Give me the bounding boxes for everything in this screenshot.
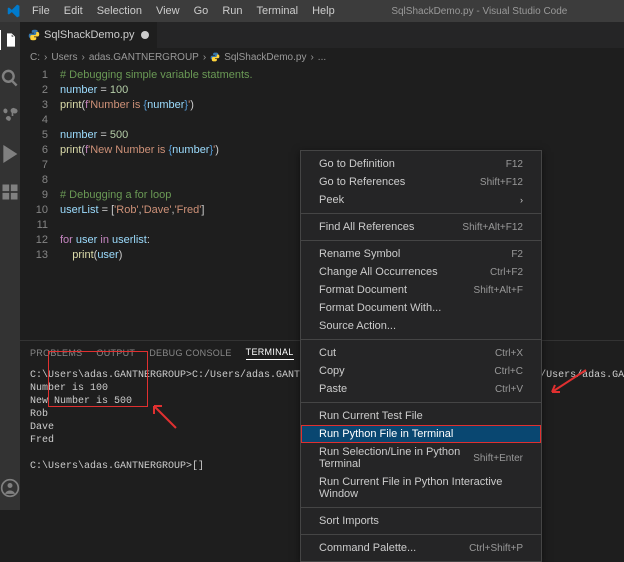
window-title: SqlShackDemo.py - Visual Studio Code <box>341 6 618 17</box>
menu-edit[interactable]: Edit <box>58 3 89 19</box>
ctx-sort-imports[interactable]: Sort Imports <box>301 512 541 530</box>
ctx-copy[interactable]: CopyCtrl+C <box>301 362 541 380</box>
panel-tab-debug-console[interactable]: DEBUG CONSOLE <box>149 348 231 358</box>
extensions-icon[interactable] <box>0 182 20 202</box>
tab-dirty-indicator-icon <box>141 31 149 39</box>
breadcrumb-part[interactable]: C: <box>30 52 40 63</box>
editor-tab[interactable]: SqlShackDemo.py <box>20 22 158 48</box>
line-numbers: 12345678910111213 <box>20 68 60 340</box>
panel-tab-problems[interactable]: PROBLEMS <box>30 348 82 358</box>
breadcrumb-part[interactable]: SqlShackDemo.py <box>224 52 306 63</box>
menu-bar: FileEditSelectionViewGoRunTerminalHelp <box>26 3 341 19</box>
ctx-find-all-references[interactable]: Find All ReferencesShift+Alt+F12 <box>301 218 541 236</box>
ctx-format-document-with[interactable]: Format Document With... <box>301 299 541 317</box>
breadcrumb-part[interactable]: adas.GANTNERGROUP <box>89 52 199 63</box>
ctx-run-selection-line-in-python-terminal[interactable]: Run Selection/Line in Python TerminalShi… <box>301 443 541 473</box>
ctx-format-document[interactable]: Format DocumentShift+Alt+F <box>301 281 541 299</box>
breadcrumb-part[interactable]: ... <box>318 52 326 63</box>
title-bar: FileEditSelectionViewGoRunTerminalHelp S… <box>0 0 624 22</box>
source-control-icon[interactable] <box>0 106 20 126</box>
breadcrumb-part[interactable]: Users <box>51 52 77 63</box>
menu-help[interactable]: Help <box>306 3 341 19</box>
menu-selection[interactable]: Selection <box>91 3 148 19</box>
account-icon[interactable] <box>0 478 20 498</box>
menu-file[interactable]: File <box>26 3 56 19</box>
ctx-paste[interactable]: PasteCtrl+V <box>301 380 541 398</box>
menu-view[interactable]: View <box>150 3 186 19</box>
tab-filename: SqlShackDemo.py <box>44 29 135 41</box>
vscode-logo-icon <box>6 4 20 18</box>
ctx-go-to-references[interactable]: Go to ReferencesShift+F12 <box>301 173 541 191</box>
ctx-rename-symbol[interactable]: Rename SymbolF2 <box>301 245 541 263</box>
chevron-right-icon: › <box>520 195 523 205</box>
ctx-go-to-definition[interactable]: Go to DefinitionF12 <box>301 155 541 173</box>
python-file-icon <box>210 52 220 62</box>
context-menu: Go to DefinitionF12Go to ReferencesShift… <box>300 150 542 562</box>
panel-tab-output[interactable]: OUTPUT <box>96 348 135 358</box>
ctx-run-current-test-file[interactable]: Run Current Test File <box>301 407 541 425</box>
files-icon[interactable] <box>0 30 19 50</box>
breadcrumbs[interactable]: C:›Users›adas.GANTNERGROUP›SqlShackDemo.… <box>20 48 624 66</box>
ctx-run-current-file-in-python-interactive-window[interactable]: Run Current File in Python Interactive W… <box>301 473 541 503</box>
menu-go[interactable]: Go <box>188 3 215 19</box>
ctx-peek[interactable]: Peek› <box>301 191 541 209</box>
panel-tab-terminal[interactable]: TERMINAL <box>246 347 294 360</box>
python-file-icon <box>28 29 40 41</box>
search-icon[interactable] <box>0 68 20 88</box>
ctx-command-palette[interactable]: Command Palette...Ctrl+Shift+P <box>301 539 541 557</box>
editor-tabs: SqlShackDemo.py <box>20 22 624 48</box>
menu-terminal[interactable]: Terminal <box>251 3 305 19</box>
activity-bar <box>0 22 20 510</box>
ctx-cut[interactable]: CutCtrl+X <box>301 344 541 362</box>
menu-run[interactable]: Run <box>216 3 248 19</box>
debug-icon[interactable] <box>0 144 20 164</box>
ctx-change-all-occurrences[interactable]: Change All OccurrencesCtrl+F2 <box>301 263 541 281</box>
ctx-source-action[interactable]: Source Action... <box>301 317 541 335</box>
ctx-run-python-file-in-terminal[interactable]: Run Python File in Terminal <box>301 425 541 443</box>
